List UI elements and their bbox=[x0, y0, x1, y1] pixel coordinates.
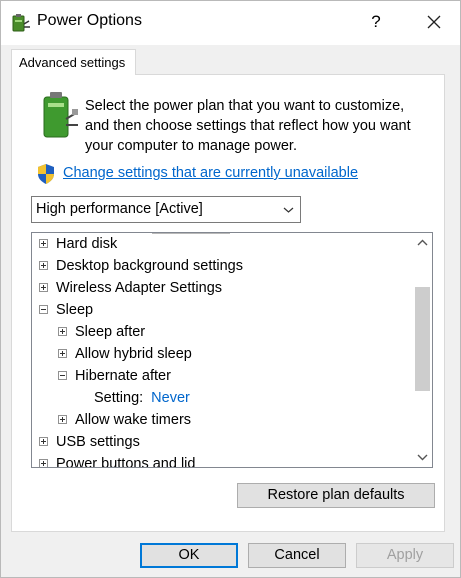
chevron-down-icon bbox=[283, 207, 294, 213]
collapse-icon[interactable] bbox=[58, 371, 67, 380]
change-settings-link[interactable]: Change settings that are currently unava… bbox=[63, 165, 358, 181]
tree-scrollbar[interactable] bbox=[413, 233, 432, 467]
settings-tree[interactable]: Hard disk Desktop background settings Wi… bbox=[31, 232, 433, 468]
expand-icon[interactable] bbox=[39, 261, 48, 270]
tree-item-wake-timers[interactable]: Allow wake timers bbox=[58, 409, 191, 431]
tree-item-wireless-adapter[interactable]: Wireless Adapter Settings bbox=[39, 277, 222, 299]
scroll-down-icon[interactable] bbox=[413, 447, 432, 467]
expand-icon[interactable] bbox=[39, 239, 48, 248]
battery-power-icon bbox=[43, 92, 78, 138]
setting-value[interactable]: Never bbox=[151, 390, 190, 406]
title-bar[interactable]: Power Options ? bbox=[1, 1, 460, 45]
tree-item-hybrid-sleep[interactable]: Allow hybrid sleep bbox=[58, 343, 192, 365]
tree-item-hibernate-after[interactable]: Hibernate after bbox=[58, 365, 171, 387]
close-icon[interactable] bbox=[421, 9, 447, 35]
power-options-window: Power Options ? Advanced settings Select… bbox=[0, 0, 461, 578]
expand-icon[interactable] bbox=[39, 283, 48, 292]
scroll-thumb[interactable] bbox=[415, 287, 430, 391]
uac-shield-icon bbox=[38, 164, 54, 184]
description-text: Select the power plan that you want to c… bbox=[85, 98, 411, 154]
expand-icon[interactable] bbox=[58, 415, 67, 424]
tab-advanced-settings[interactable]: Advanced settings bbox=[11, 49, 136, 75]
setting-label: Setting: bbox=[94, 390, 144, 406]
scroll-up-icon[interactable] bbox=[413, 233, 432, 253]
tree-item-sleep[interactable]: Sleep bbox=[39, 299, 93, 321]
power-options-icon bbox=[12, 14, 30, 32]
tree-item-setting[interactable]: Setting: Never bbox=[94, 387, 190, 409]
tree-item-sleep-after[interactable]: Sleep after bbox=[58, 321, 145, 343]
tree-drag-line bbox=[152, 233, 230, 234]
dialog-body: Advanced settings Select the power plan … bbox=[1, 45, 460, 577]
expand-icon[interactable] bbox=[39, 437, 48, 446]
restore-plan-defaults-button[interactable]: Restore plan defaults bbox=[237, 483, 435, 508]
plan-dropdown-value: High performance [Active] bbox=[36, 201, 203, 217]
advanced-settings-panel: Select the power plan that you want to c… bbox=[11, 74, 445, 532]
tree-item-desktop-background[interactable]: Desktop background settings bbox=[39, 255, 243, 277]
help-button[interactable]: ? bbox=[365, 9, 387, 35]
window-title: Power Options bbox=[37, 12, 142, 29]
ok-button[interactable]: OK bbox=[140, 543, 238, 568]
expand-icon[interactable] bbox=[58, 349, 67, 358]
expand-icon[interactable] bbox=[58, 327, 67, 336]
plan-dropdown[interactable]: High performance [Active] bbox=[31, 196, 301, 223]
tree-item-hard-disk[interactable]: Hard disk bbox=[39, 233, 117, 255]
collapse-icon[interactable] bbox=[39, 305, 48, 314]
tree-item-usb-settings[interactable]: USB settings bbox=[39, 431, 140, 453]
apply-button[interactable]: Apply bbox=[356, 543, 454, 568]
expand-icon[interactable] bbox=[39, 459, 48, 467]
tree-item-power-buttons[interactable]: Power buttons and lid bbox=[39, 453, 195, 467]
cancel-button[interactable]: Cancel bbox=[248, 543, 346, 568]
